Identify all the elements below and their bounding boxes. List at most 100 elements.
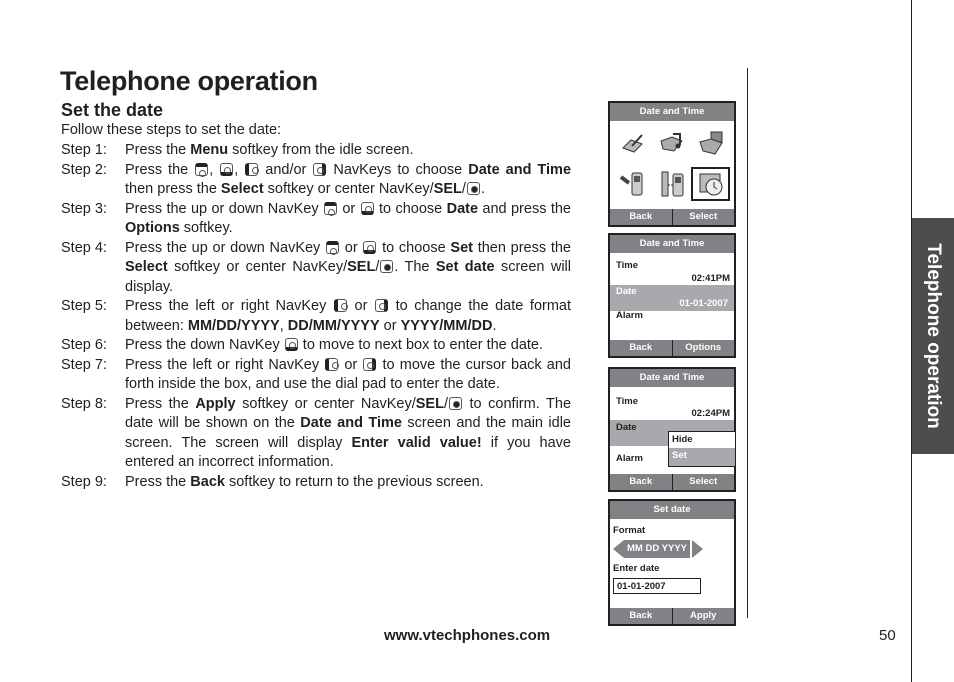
screen-date-time-menu: Date and Time Back Select [608, 101, 736, 227]
back-softkey[interactable]: Back [610, 608, 673, 624]
step-label: Step 6: [61, 337, 107, 353]
navkey-left-icon [333, 299, 348, 312]
step-text: Press the , , and/or NavKeys to choose D… [125, 161, 572, 198]
step-text: Press the up or down NavKey or to choose… [125, 239, 571, 295]
picture-folder-icon [691, 127, 730, 161]
navkey-up-icon [326, 240, 340, 255]
clock-calendar-icon[interactable] [691, 167, 730, 201]
back-softkey[interactable]: Back [610, 474, 673, 490]
step-item: Step 3: Press the up or down NavKey or to… [61, 200, 571, 239]
navkey-down-icon [284, 338, 298, 351]
page-title: Telephone operation [60, 66, 318, 96]
alarm-label[interactable]: Alarm [616, 310, 734, 321]
date-label: Date [616, 286, 637, 297]
side-tab-label: Telephone operation [923, 243, 944, 429]
step-text: Press the Menu softkey from the idle scr… [125, 142, 414, 158]
format-selector[interactable]: MM DD YYYY [613, 540, 704, 558]
bold-term: Menu [190, 142, 229, 158]
step-item: Step 5: Press the left or right NavKey or… [61, 297, 571, 336]
navkey-right-icon [313, 162, 327, 176]
column-divider [747, 68, 748, 618]
bold-term: MM/DD/YYYY [187, 317, 280, 334]
date-value: 01-01-2007 [679, 298, 728, 309]
bold-term: Enter valid value! [351, 434, 482, 451]
menu-item-set[interactable]: Set [669, 448, 735, 466]
arrow-right-icon[interactable] [692, 540, 704, 558]
arrow-left-icon[interactable] [613, 540, 624, 558]
ringtone-folder-icon [653, 127, 692, 161]
step-item: Step 4: Press the up or down NavKey or to… [61, 239, 571, 298]
screen-title: Date and Time [610, 235, 734, 253]
bold-term: Options [125, 220, 180, 236]
step-item: Step 8: Press the Apply softkey or center… [61, 395, 571, 473]
step-item: Step 9: Press the Back softkey to return … [61, 473, 571, 493]
bold-term: Back [190, 473, 225, 490]
bold-term: Date and Time [300, 415, 402, 431]
screen-date-options: Date and Time Time 02:24PM Date Alarm Hi… [608, 367, 736, 492]
navkey-center-icon [448, 396, 462, 410]
bold-term: SEL [433, 181, 462, 197]
page-number: 50 [879, 627, 896, 644]
bold-term: SEL [415, 395, 444, 412]
bold-term: Date [446, 200, 479, 217]
screen-set-date: Set date Format MM DD YYYY Enter date 01… [608, 499, 736, 626]
step-item: Step 6: Press the down NavKey to move to … [61, 336, 571, 356]
bold-term: SEL [347, 259, 376, 275]
bold-term: Apply [195, 395, 236, 412]
footer-url[interactable]: www.vtechphones.com [384, 627, 550, 644]
bold-term: Date and Time [468, 161, 572, 178]
navkey-down-icon [363, 240, 377, 254]
step-label: Step 5: [61, 298, 107, 314]
handset-settings-icon [614, 167, 653, 201]
time-label: Time [616, 260, 639, 271]
step-text: Press the Apply softkey or center NavKey… [125, 395, 572, 471]
step-label: Step 3: [61, 200, 107, 217]
step-item: Step 7: Press the left or right NavKey or… [61, 356, 571, 395]
apply-softkey[interactable]: Apply [673, 608, 735, 624]
navkey-right-icon [363, 357, 377, 371]
base-handset-icon [653, 167, 692, 201]
select-softkey[interactable]: Select [673, 474, 735, 490]
side-tab: Telephone operation [912, 218, 954, 454]
step-item: Step 1: Press the Menu softkey from the i… [61, 141, 571, 161]
bold-term: Set date [435, 259, 495, 275]
format-label: Format [613, 525, 646, 536]
time-value: 02:41PM [691, 273, 730, 284]
navkey-down-icon [360, 201, 374, 215]
navkey-down-icon [220, 162, 234, 176]
enter-date-label: Enter date [613, 563, 660, 574]
step-text: Press the left or right NavKey or to cha… [125, 298, 572, 334]
back-softkey[interactable]: Back [610, 209, 673, 225]
screen-title: Set date [610, 501, 734, 519]
step-label: Step 4: [61, 239, 107, 256]
memo-icon [614, 127, 653, 161]
menu-item-hide[interactable]: Hide [669, 432, 735, 448]
navkey-left-icon [325, 357, 340, 371]
screen-title: Date and Time [610, 103, 734, 121]
format-value: MM DD YYYY [624, 540, 691, 558]
step-label: Step 1: [61, 142, 107, 158]
bold-term: YYYY/MM/DD [400, 317, 493, 334]
date-label: Date [616, 422, 637, 433]
navkey-up-icon [195, 162, 209, 177]
options-popup: Hide Set [668, 431, 736, 467]
navkey-right-icon [374, 299, 388, 312]
step-text: Press the Back softkey to return to the … [125, 473, 484, 490]
step-text: Press the up or down NavKey or to choose… [125, 200, 571, 237]
step-item: Step 2: Press the , , and/or NavKeys to c… [61, 161, 571, 200]
date-row[interactable]: Date 01-01-2007 [610, 285, 734, 311]
intro-text: Follow these steps to set the date: [61, 122, 282, 138]
options-softkey[interactable]: Options [673, 340, 735, 356]
step-label: Step 2: [61, 161, 107, 178]
screen-title: Date and Time [610, 369, 734, 387]
select-softkey[interactable]: Select [673, 209, 735, 225]
date-input[interactable]: 01-01-2007 [613, 578, 701, 594]
bold-term: Select [220, 181, 264, 197]
bold-term: DD/MM/YYYY [287, 317, 380, 334]
back-softkey[interactable]: Back [610, 340, 673, 356]
navkey-center-icon [466, 182, 480, 195]
step-text: Press the left or right NavKey or to mov… [125, 356, 571, 393]
bold-term: Set [450, 239, 473, 256]
navkey-left-icon [245, 162, 260, 176]
bold-term: Select [125, 259, 168, 275]
